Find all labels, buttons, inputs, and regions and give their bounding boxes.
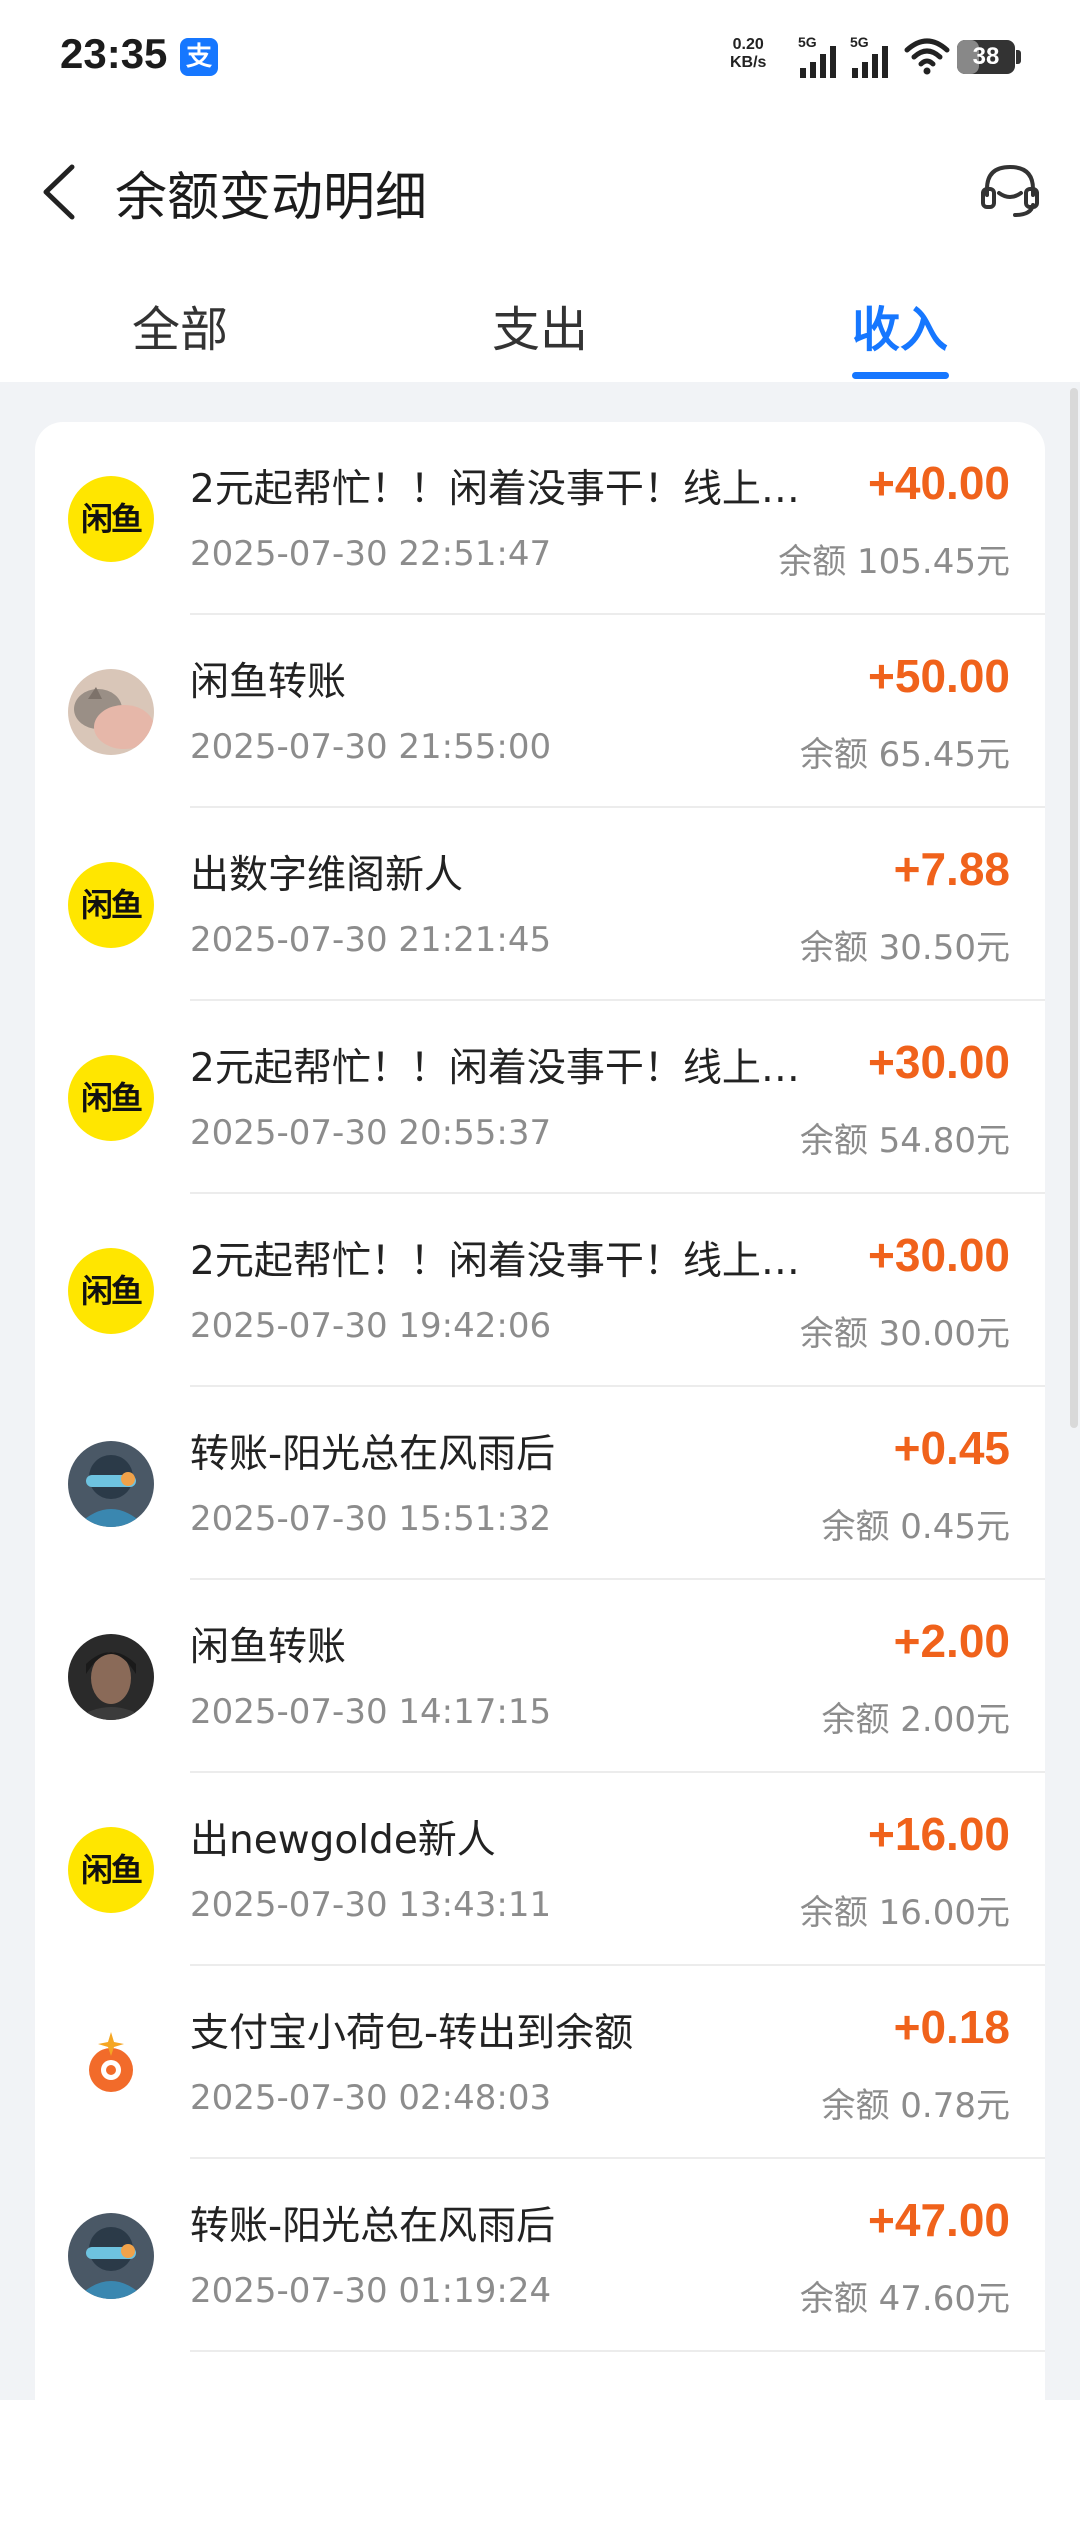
xianyu-logo-icon: 闲鱼 [68,1827,154,1913]
transaction-row[interactable]: 转账-阳光总在风雨后 2025-07-30 15:51:32 +0.45 余额 0.4… [35,1387,1045,1580]
headset-icon [981,164,1039,217]
transaction-title: 出newgolde新人 [190,1818,496,1863]
transaction-title: 闲鱼转账 [190,1625,347,1670]
scrollbar[interactable] [1070,388,1078,1428]
tab-income[interactable]: 收入 [800,290,1000,360]
xianyu-logo-icon: 闲鱼 [68,1248,154,1334]
nav-bar: 余额变动明细 [0,115,1080,270]
transaction-time: 2025-07-30 15:51:32 [190,1499,552,1539]
transaction-amount: +50.00 [868,650,1010,702]
transaction-title: 2元起帮忙！！闲着没事干！线上… [190,1239,800,1284]
xianyu-logo-icon: 闲鱼 [68,476,154,562]
transaction-list-area[interactable]: 闲鱼 2元起帮忙！！闲着没事干！线上… 2025-07-30 22:51:47 +40… [0,382,1080,2522]
transaction-balance: 余额 47.60元 [799,2279,1010,2319]
transaction-time: 2025-07-30 20:55:37 [190,1113,552,1153]
transaction-time: 2025-07-30 21:21:45 [190,920,552,960]
chevron-left-icon [43,164,75,220]
transaction-balance: 余额 16.00元 [799,1893,1010,1933]
xianyu-logo-icon: 闲鱼 [68,1055,154,1141]
transaction-time: 2025-07-30 21:55:00 [190,727,552,767]
battery-level-text: 38 [972,43,1000,70]
transaction-balance: 余额 54.80元 [799,1121,1010,1161]
transaction-row[interactable]: 闲鱼 2元起帮忙！！闲着没事干！线上… 2025-07-30 20:55:37 +30… [35,1001,1045,1194]
signal-icon: 5G [798,34,842,84]
transaction-title: 出数字维阁新人 [190,853,464,898]
transaction-balance: 余额 0.45元 [821,1507,1010,1547]
transaction-balance: 余额 30.50元 [799,928,1010,968]
filter-tabs: 全部 支出 收入 [0,270,1080,382]
transaction-title: 2元起帮忙！！闲着没事干！线上… [190,1046,800,1091]
signal-label: 5G [798,34,817,50]
transaction-time: 2025-07-30 01:19:24 [190,2271,552,2311]
page-title: 余额变动明细 [115,168,428,228]
transaction-time: 2025-07-30 13:43:11 [190,1885,552,1925]
transaction-title: 闲鱼转账 [190,660,347,705]
transaction-balance: 余额 105.45元 [778,542,1010,582]
alipay-hebao-logo-avatar [68,2020,154,2106]
transaction-time: 2025-07-30 22:51:47 [190,534,552,574]
transaction-balance: 余额 65.45元 [799,735,1010,775]
signal-label-2: 5G [850,34,869,50]
transaction-row[interactable]: 闲鱼 2元起帮忙！！闲着没事干！线上… 2025-07-30 19:42:06 +30… [35,1194,1045,1387]
transaction-title: 2元起帮忙！！闲着没事干！线上… [190,467,800,512]
network-speed-unit: KB/s [730,54,767,71]
transaction-balance: 余额 2.00元 [821,1700,1010,1740]
transaction-row[interactable]: 闲鱼转账 2025-07-30 21:55:00 +50.00 余额 65.45元 [35,615,1045,808]
transaction-row[interactable]: 闲鱼 2元起帮忙！！闲着没事干！线上… 2025-07-30 22:51:47 +40… [35,422,1045,615]
signal-icon-2: 5G [850,34,894,84]
customer-service-button[interactable] [975,155,1045,225]
transaction-title: 转账-阳光总在风雨后 [190,1432,556,1477]
wifi-icon [903,36,951,80]
transaction-amount: +0.18 [893,2001,1010,2053]
user-photo-anime-avatar [68,2213,154,2299]
transaction-amount: +2.00 [893,1615,1010,1667]
transaction-row[interactable]: 转账-阳光总在风雨后 2025-07-30 01:19:24 +47.00 余额 47… [35,2159,1045,2352]
battery-icon: 38 [957,40,1021,74]
transaction-amount: +40.00 [868,457,1010,509]
transaction-amount: +16.00 [868,1808,1010,1860]
transaction-list: 闲鱼 2元起帮忙！！闲着没事干！线上… 2025-07-30 22:51:47 +40… [35,422,1045,2522]
transaction-amount: +30.00 [868,1229,1010,1281]
transaction-row[interactable]: 闲鱼转账 2025-07-30 14:17:15 +2.00 余额 2.00元 [35,1580,1045,1773]
status-bar: 23:35 支 0.20 KB/s 5G 5G 38 [0,0,1080,115]
transaction-amount: +7.88 [893,843,1010,895]
network-speed-value: 0.20 [732,36,764,53]
transaction-time: 2025-07-30 02:48:03 [190,2078,552,2118]
transaction-balance: 余额 30.00元 [799,1314,1010,1354]
transaction-balance: 余额 0.78元 [821,2086,1010,2126]
back-button[interactable] [30,157,90,227]
transaction-time: 2025-07-30 19:42:06 [190,1306,552,1346]
transaction-amount: +47.00 [868,2194,1010,2246]
user-photo-cat-avatar [68,669,154,755]
user-photo-anime-avatar [68,1441,154,1527]
user-photo-portrait-avatar [68,1634,154,1720]
row-divider [190,2350,1045,2352]
transaction-amount: +30.00 [868,1036,1010,1088]
tab-expense[interactable]: 支出 [440,290,640,360]
network-speed: 0.20 KB/s [730,36,766,72]
active-tab-indicator [852,372,949,379]
transaction-title: 转账-阳光总在风雨后 [190,2204,556,2249]
transaction-amount: +0.45 [893,1422,1010,1474]
transaction-time: 2025-07-30 14:17:15 [190,1692,552,1732]
xianyu-logo-icon: 闲鱼 [68,862,154,948]
transaction-row[interactable]: 闲鱼 出newgolde新人 2025-07-30 13:43:11 +16.00 余额… [35,1773,1045,1966]
transaction-row[interactable]: 支付宝小荷包-转出到余额 2025-07-30 02:48:03 +0.18 余额 0… [35,1966,1045,2159]
transaction-row[interactable]: 闲鱼 出数字维阁新人 2025-07-30 21:21:45 +7.88 余额 30.5… [35,808,1045,1001]
alipay-notification-icon: 支 [180,38,218,76]
status-time: 23:35 [60,30,168,77]
tab-all[interactable]: 全部 [80,290,280,360]
transaction-title: 支付宝小荷包-转出到余额 [190,2011,634,2056]
